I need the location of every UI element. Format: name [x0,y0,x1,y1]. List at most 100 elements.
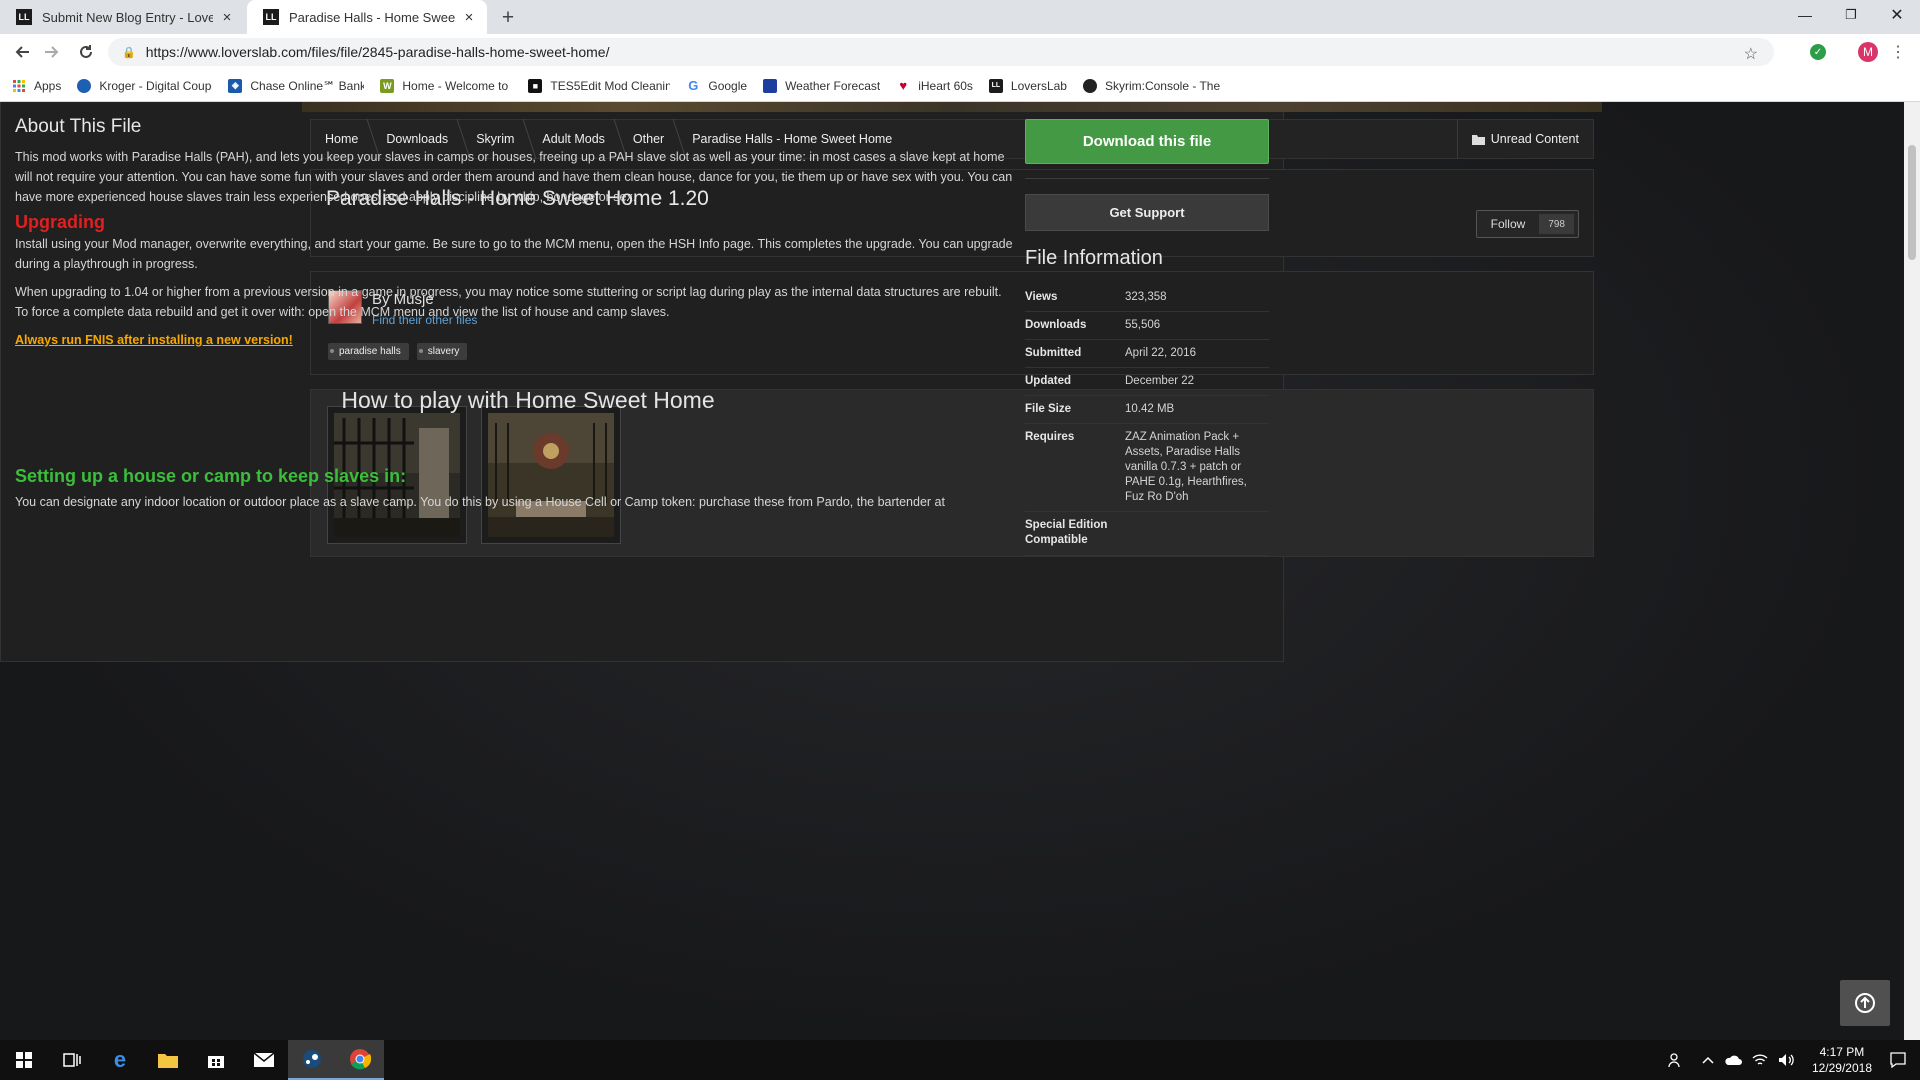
bookmark-apps[interactable]: Apps [12,79,61,93]
forward-button[interactable] [38,38,66,66]
site-header-banner [302,102,1602,112]
follow-button[interactable]: Follow 798 [1475,210,1579,238]
weather-icon [763,78,778,93]
wifi-icon[interactable] [1752,1053,1768,1067]
task-view-icon[interactable] [48,1040,96,1080]
steam-icon[interactable] [288,1040,336,1080]
apps-grid-icon [12,79,26,93]
back-button[interactable] [8,38,36,66]
tab-blog-entry[interactable]: LL Submit New Blog Entry - LoversLab × [0,0,245,34]
new-tab-button[interactable]: + [496,6,520,30]
bookmark-weather[interactable]: Weather Forecast [763,78,880,93]
divider [1025,178,1269,179]
info-row-special-edition: Special Edition Compatible [1025,512,1269,556]
windows-start-icon[interactable] [0,1040,48,1080]
bookmark-loverslab[interactable]: LL LoversLab [988,78,1067,93]
clock-date: 12/29/2018 [1811,1061,1872,1075]
download-button[interactable]: Download this file [1025,119,1269,164]
bookmark-label: iHeart 60s [918,78,973,93]
info-value: 10.42 MB [1125,403,1175,415]
tab-title: Submit New Blog Entry - LoversLab [42,9,213,25]
info-key: File Size [1025,403,1072,415]
info-value: 55,506 [1125,319,1161,331]
tab-paradise-halls[interactable]: LL Paradise Halls - Home Sweet Home × [247,0,487,34]
info-row-submitted: Submitted April 22, 2016 [1025,340,1269,368]
windows-taskbar: e 4:17 PM 12/29/2018 [0,1040,1920,1080]
info-value: April 22, 2016 [1125,347,1196,359]
follow-count-badge: 798 [1539,214,1574,234]
screenshot-room-image [488,413,614,537]
forward-arrow-icon [45,46,59,58]
people-icon[interactable] [1668,1052,1684,1068]
browser-tab-strip: LL Submit New Blog Entry - LoversLab × L… [0,0,1920,34]
info-row-updated: Updated December 22 [1025,368,1269,396]
iheart-icon: ♥ [899,78,908,93]
screenshot-gallery [310,389,1594,557]
kroger-icon [77,78,92,93]
file-information-heading: File Information [1025,247,1163,269]
bookmark-label: Kroger - Digital Coupons [99,78,212,93]
close-window-button[interactable]: ✕ [1874,0,1920,30]
info-key: Downloads [1025,319,1087,331]
onedrive-cloud-icon[interactable] [1724,1054,1742,1066]
upgrading-paragraph-2: When upgrading to 1.04 or higher from a … [15,285,1002,319]
bookmark-label: Home - Welcome to [402,78,509,93]
info-key: Updated [1025,375,1071,387]
unread-content-label: Unread Content [1490,132,1579,146]
unread-content-link[interactable]: Unread Content [1456,119,1593,159]
loverslab-favicon-icon: LL [16,9,32,25]
screenshot-thumbnail[interactable] [481,406,621,544]
file-information-table: Views 323,358 Downloads 55,506 Submitted… [1025,284,1269,556]
chevron-up-icon[interactable] [1702,1056,1714,1064]
close-tab-icon[interactable]: × [461,9,477,26]
bookmark-kroger[interactable]: Kroger - Digital Coupons [77,78,212,93]
bookmark-label: LoversLab [1010,78,1067,93]
bookmark-home-welcome[interactable]: W Home - Welcome to [380,78,512,93]
chrome-icon[interactable] [336,1040,384,1080]
howto-heading: How to play with Home Sweet Home [341,387,715,413]
scrollbar-thumb[interactable] [1908,145,1916,260]
tes5edit-icon: ■ [528,78,543,93]
info-row-downloads: Downloads 55,506 [1025,312,1269,340]
bookmark-star-icon[interactable]: ☆ [1744,44,1758,64]
info-value [1125,518,1269,549]
bookmark-tes5edit[interactable]: ■ TES5Edit Mod Cleaning [528,78,670,93]
notifications-icon[interactable] [1890,1052,1906,1068]
taskbar-clock[interactable]: 4:17 PM 12/29/2018 [1800,1044,1884,1076]
bookmark-label: Apps [34,78,62,93]
bookmark-chase[interactable]: ◈ Chase Online℠ Banking [228,78,364,93]
volume-icon[interactable] [1778,1053,1794,1067]
back-arrow-icon [15,46,29,58]
restore-window-button[interactable]: ❐ [1828,0,1874,30]
minimize-window-button[interactable]: — [1782,0,1828,30]
info-key: Special Edition Compatible [1025,519,1108,546]
edge-browser-icon[interactable]: e [96,1040,144,1080]
tag-paradise-halls[interactable]: paradise halls [328,343,409,360]
back-to-top-button[interactable] [1840,980,1890,1026]
file-explorer-icon[interactable] [144,1040,192,1080]
close-tab-icon[interactable]: × [219,9,235,26]
info-row-file-size: File Size 10.42 MB [1025,396,1269,424]
system-tray: 4:17 PM 12/29/2018 [1668,1040,1920,1080]
store-icon[interactable] [192,1040,240,1080]
bookmark-label: Google [708,78,748,93]
menu-kebab-icon[interactable]: ⋮ [1890,40,1906,64]
skyrim-icon [1082,78,1097,93]
fnis-warning-link[interactable]: Always run FNIS after installing a new v… [15,333,293,347]
info-key: Views [1025,291,1058,303]
info-row-views: Views 323,358 [1025,284,1269,312]
info-value: December 22 [1125,375,1195,387]
extension-check-icon[interactable]: ✓ [1810,44,1826,60]
reload-button[interactable] [72,38,100,66]
bookmark-iheart[interactable]: ♥ iHeart 60s [896,79,973,93]
profile-avatar[interactable]: M [1858,42,1878,62]
url-text: https://www.loverslab.com/files/file/284… [145,44,610,60]
address-bar[interactable]: 🔒 https://www.loverslab.com/files/file/2… [108,38,1774,66]
upgrading-heading: Upgrading [15,212,105,232]
tag-slavery[interactable]: slavery [416,343,468,360]
bookmark-skyrim-console[interactable]: Skyrim:Console - The [1082,78,1223,93]
arrow-up-circle-icon [1855,993,1875,1013]
bookmark-google[interactable]: G Google [686,79,747,93]
get-support-button[interactable]: Get Support [1025,194,1269,231]
mail-icon[interactable] [240,1040,288,1080]
